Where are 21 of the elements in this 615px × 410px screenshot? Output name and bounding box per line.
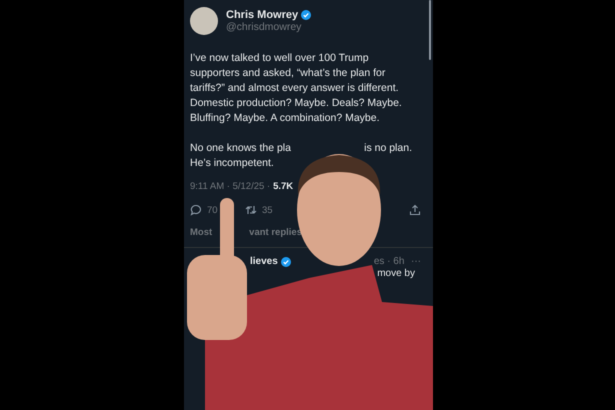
reply-text: move by <box>376 268 416 279</box>
more-button[interactable]: ··· <box>411 256 421 267</box>
reply-icon[interactable] <box>190 204 202 216</box>
timestamp: 9:11 AM · 5/12/25 · <box>190 181 270 192</box>
author-handle[interactable]: @chrisdmowrey <box>226 21 312 33</box>
reply-time: es · 6h <box>374 256 404 267</box>
tweet-text: He’s incompetent. <box>190 156 275 171</box>
repost-icon[interactable] <box>245 204 257 216</box>
tweet-text: is no plan. <box>364 141 412 156</box>
avatar[interactable] <box>190 7 218 35</box>
tweet-text: I’ve now talked to well over 100 Trump supporters and asked, “what’s the plan for tariffs?” and almost every answer is different. Domestic production? Maybe. Deals? Maybe. Bluffing? Maybe. A combination? Maybe. <box>190 51 403 126</box>
scrollbar <box>429 0 431 60</box>
tweet-text: No one knows the pla <box>190 141 291 156</box>
sort-label[interactable]: Most <box>190 227 212 238</box>
reply-author[interactable]: lieves <box>250 256 278 267</box>
repost-count: 35 <box>262 204 273 216</box>
sort-label[interactable]: vant replies <box>249 227 302 238</box>
view-count: 5.7K <box>273 181 294 192</box>
reply-count: 70 <box>207 204 218 216</box>
share-icon[interactable] <box>409 204 421 216</box>
author-name[interactable]: Chris Mowrey <box>226 9 298 21</box>
